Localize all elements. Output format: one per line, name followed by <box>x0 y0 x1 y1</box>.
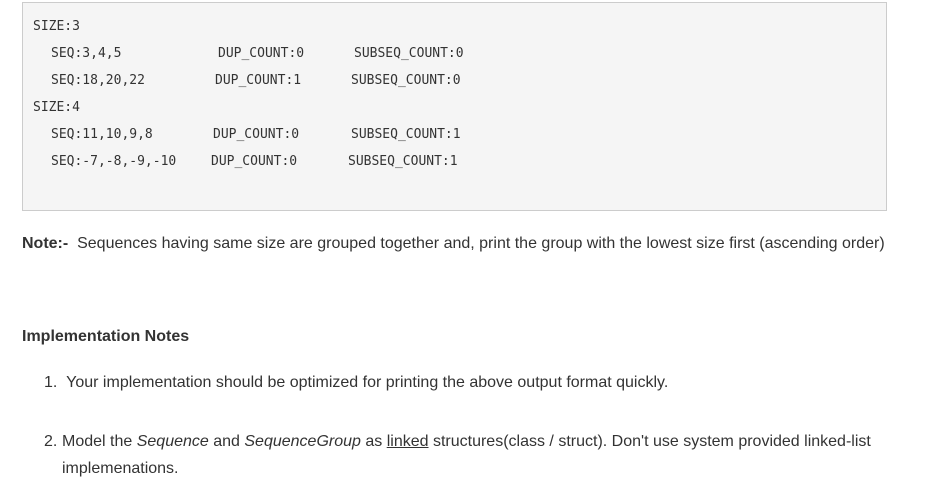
list-item: 1. Your implementation should be optimiz… <box>44 369 914 396</box>
code-line-size: SIZE:4 <box>33 100 80 115</box>
list-item-text: Model the <box>62 433 137 450</box>
implementation-notes-heading: Implementation Notes <box>22 328 190 345</box>
code-dup-count: DUP_COUNT:1 <box>215 73 302 88</box>
code-dup-count: DUP_COUNT:0 <box>211 154 298 169</box>
code-seq: SEQ:3,4,5 <box>51 46 122 61</box>
sequence-term: Sequence <box>136 433 209 450</box>
code-subseq-count: SUBSEQ_COUNT:1 <box>351 127 461 142</box>
sequence-group-term: SequenceGroup <box>244 433 361 450</box>
code-output-block: SIZE:3 SEQ:3,4,5 DUP_COUNT:0 SUBSEQ_COUN… <box>22 2 887 211</box>
linked-link[interactable]: linked <box>387 433 429 450</box>
list-item-number: 2. <box>44 433 58 450</box>
list-item-number: 1. <box>44 374 58 391</box>
list-item: 2. Model the Sequence and SequenceGroup a… <box>44 428 914 482</box>
code-seq: SEQ:-7,-8,-9,-10 <box>51 154 177 169</box>
code-subseq-count: SUBSEQ_COUNT:0 <box>354 46 464 61</box>
list-item-text: as <box>360 433 387 450</box>
note-paragraph: Note:- Sequences having same size are gr… <box>22 230 902 257</box>
code-subseq-count: SUBSEQ_COUNT:1 <box>348 154 458 169</box>
code-dup-count: DUP_COUNT:0 <box>213 127 300 142</box>
note-label: Note:- <box>22 235 69 252</box>
code-line-size: SIZE:3 <box>33 19 80 34</box>
code-dup-count: DUP_COUNT:0 <box>218 46 305 61</box>
code-seq: SEQ:11,10,9,8 <box>51 127 153 142</box>
list-item-text: and <box>208 433 245 450</box>
code-subseq-count: SUBSEQ_COUNT:0 <box>351 73 461 88</box>
code-seq: SEQ:18,20,22 <box>51 73 145 88</box>
list-item-text: Your implementation should be optimized … <box>66 374 669 391</box>
note-text: Sequences having same size are grouped t… <box>77 235 885 252</box>
